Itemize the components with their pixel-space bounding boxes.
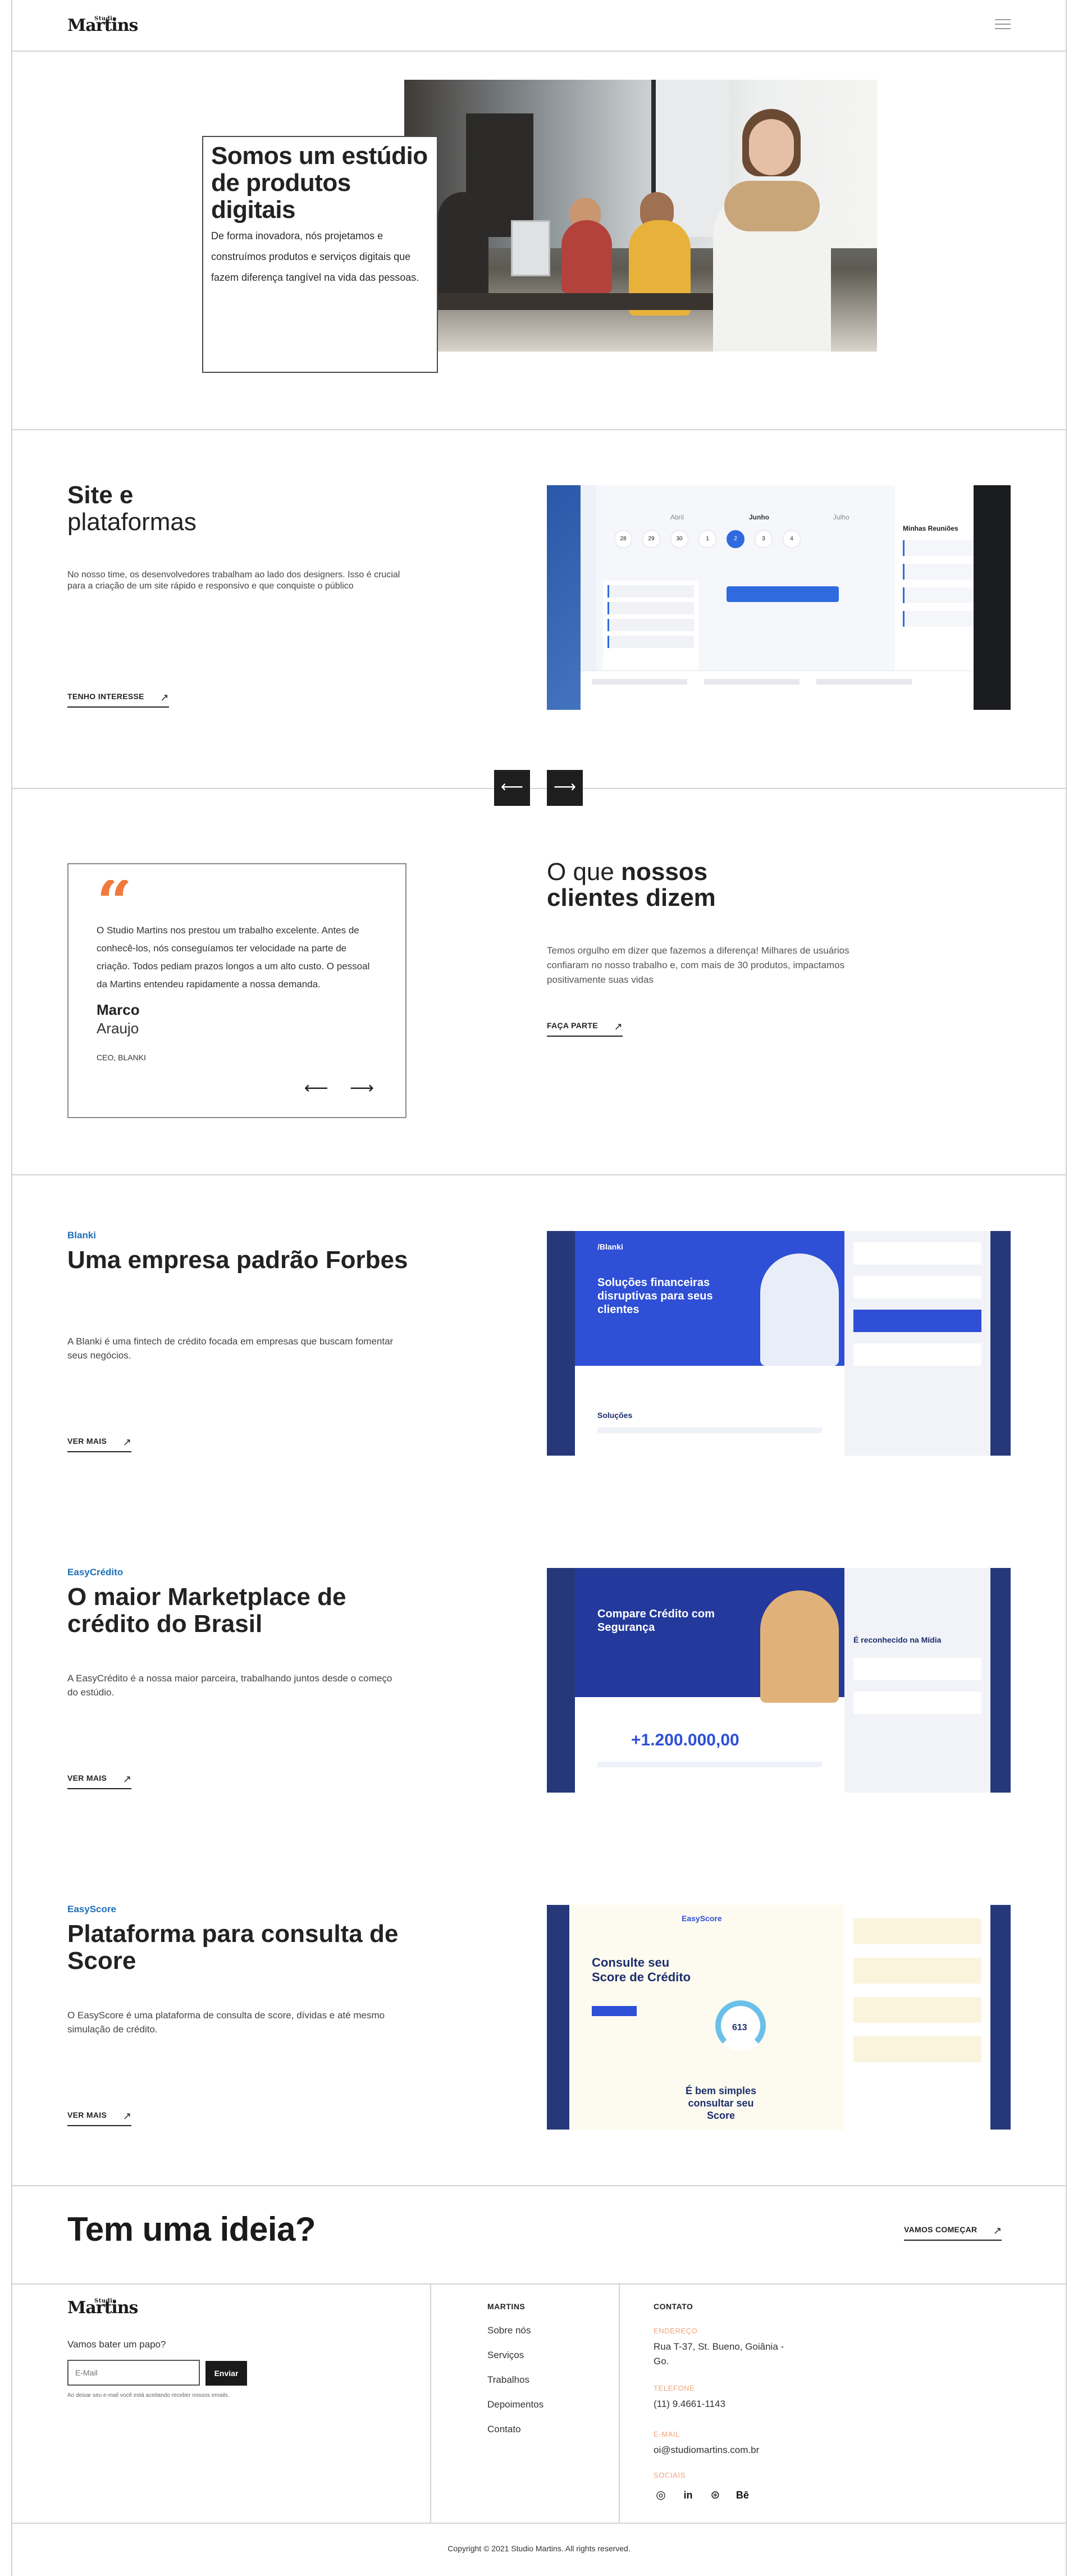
tenho-interesse-link[interactable]: TENHO INTERESSE ↗ [67,692,169,708]
divider [11,429,1067,430]
service-description: No nosso time, os desenvolvedores trabal… [67,570,400,591]
faca-parte-link[interactable]: FAÇA PARTE ↗ [547,1021,623,1037]
testimonial-prev-arrow-icon[interactable]: ⟵ [304,1079,328,1097]
divider [11,2283,1067,2285]
arrow-up-right-icon: ↗ [122,1773,132,1785]
testimonial-card: “ O Studio Martins nos prestou um trabal… [67,863,406,1118]
arrow-left-icon: ⟵ [500,778,524,795]
ver-mais-link[interactable]: VER MAIS ↗ [67,2110,132,2126]
social-label: SOCIAIS [654,2471,686,2479]
copyright-text: Copyright © 2021 Studio Martins. All rig… [447,2544,631,2553]
arrow-up-right-icon: ↗ [122,1437,132,1448]
phone-value[interactable]: (11) 9.4661-1143 [654,2397,725,2411]
footer-link-trabalhos[interactable]: Trabalhos [487,2374,543,2399]
site-header: Studio Martins [11,0,1067,52]
address-value: Rua T-37, St. Bueno, Goiânia - Go. [654,2341,784,2367]
address-label: ENDEREÇO [654,2327,698,2335]
hamburger-menu-icon[interactable] [995,19,1011,31]
hero-title: Somos um estúdio de produtos digitais [211,142,428,224]
behance-icon[interactable]: Bē [735,2488,750,2502]
logo-small-text: Studio [94,16,117,22]
divider [11,2185,1067,2186]
footer-ask: Vamos bater um papo? [67,2339,166,2350]
dribbble-icon[interactable]: ⊛ [708,2488,723,2502]
easycredito-mockup-image: Compare Crédito com Segurança +1.200.000… [547,1568,1011,1793]
clients-title: O que nossos clientes dizem [547,858,716,911]
easyscore-mockup-image: EasyScore Consulte seu Score de Crédito … [547,1905,1011,2130]
blanki-mockup-image: /Blanki Soluções financeiras disruptivas… [547,1231,1011,1456]
cta-title: Tem uma ideia? [67,2210,316,2248]
hero-text: De forma inovadora, nós projetamos e con… [211,230,419,283]
ver-mais-link[interactable]: VER MAIS ↗ [67,1773,132,1789]
social-icons: ◎ in ⊛ Bē [654,2488,760,2502]
project-title: Uma empresa padrão Forbes [67,1246,408,1274]
divider [11,1174,1067,1175]
email-label: E-MAIL [654,2430,680,2438]
footer-link-sobre[interactable]: Sobre nós [487,2325,543,2350]
project-tag: Blanki [67,1230,97,1241]
footer-links: Sobre nós Serviços Trabalhos Depoimentos… [487,2325,543,2449]
project-tag: EasyScore [67,1904,116,1914]
footer-link-contato[interactable]: Contato [487,2424,543,2449]
hero-photo [404,80,877,352]
project-description: A Blanki é uma fintech de crédito focada… [67,1336,394,1361]
testimonial-text: O Studio Martins nos prestou um trabalho… [97,925,370,990]
ver-mais-link[interactable]: VER MAIS ↗ [67,1437,132,1452]
dashboard-mockup-image: Abril Junho Julho 28 29 30 1 2 3 4 Minha… [547,485,1011,710]
linkedin-icon[interactable]: in [680,2488,695,2502]
arrow-right-icon: ⟶ [553,778,577,795]
footer-logo[interactable]: Studio Martins [67,2298,138,2318]
project-title: Plataforma para consulta de Score [67,1920,399,1975]
arrow-up-right-icon: ↗ [160,692,169,703]
hero-card: Somos um estúdio de produtos digitais De… [202,136,438,373]
testimonial-name: Marco [97,1001,140,1018]
testimonial-surname: Araujo [97,1020,139,1037]
carousel-prev-button[interactable]: ⟵ [494,770,530,806]
divider [430,2285,431,2523]
divider [619,2285,620,2523]
footer-link-depoimentos[interactable]: Depoimentos [487,2399,543,2424]
testimonial-next-arrow-icon[interactable]: ⟶ [350,1079,374,1097]
quote-icon: “ [97,880,377,915]
send-button[interactable]: Enviar [205,2361,247,2386]
instagram-icon[interactable]: ◎ [654,2488,668,2502]
service-title: Site e plataformas [67,481,197,536]
arrow-up-right-icon: ↗ [614,1021,623,1032]
email-input[interactable] [67,2360,200,2386]
divider [11,788,1067,789]
vamos-comecar-link[interactable]: VAMOS COMEÇAR ↗ [904,2225,1002,2241]
phone-label: TELEFONE [654,2384,695,2392]
clients-description: Temos orgulho em dizer que fazemos a dif… [547,945,849,985]
arrow-up-right-icon: ↗ [122,2110,132,2122]
arrow-up-right-icon: ↗ [993,2225,1002,2236]
email-value[interactable]: oi@studiomartins.com.br [654,2443,759,2458]
divider [11,2523,1067,2524]
project-tag: EasyCrédito [67,1567,124,1577]
testimonial-arrows: ⟵ ⟶ [287,1078,374,1098]
project-description: A EasyCrédito é a nossa maior parceira, … [67,1673,392,1698]
footer-link-servicos[interactable]: Serviços [487,2350,543,2374]
project-title: O maior Marketplace de crédito do Brasil [67,1583,346,1638]
footer-contact-title: CONTATO [654,2302,693,2311]
carousel-next-button[interactable]: ⟶ [547,770,583,806]
logo[interactable]: Studio Martins [67,16,138,36]
project-description: O EasyScore é uma plataforma de consulta… [67,2010,385,2035]
footer-note: Ao deixar seu e-mail você está aceitando… [67,2392,230,2399]
testimonial-role: CEO, BLANKI [97,1053,146,1062]
footer-martins-title: MARTINS [487,2302,526,2311]
